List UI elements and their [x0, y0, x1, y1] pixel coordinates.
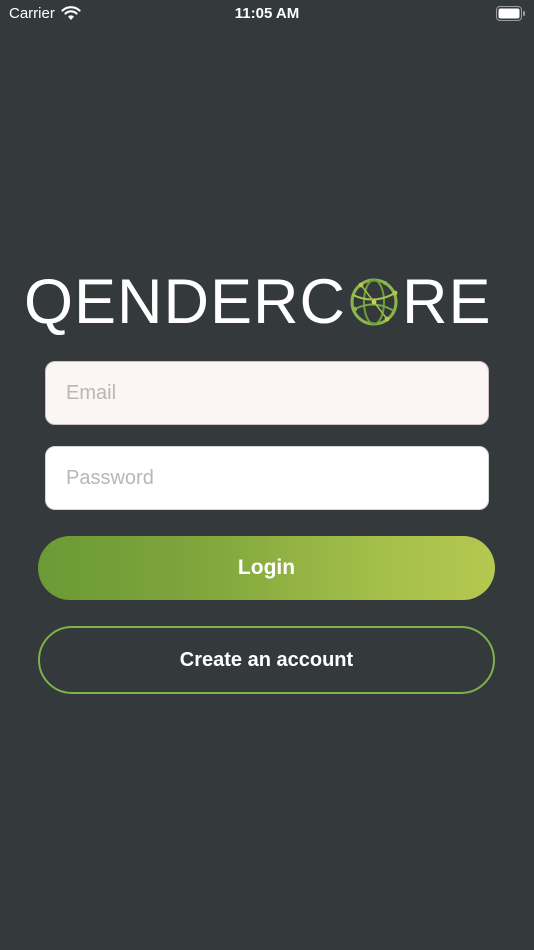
logo-text-end: RE	[402, 266, 492, 337]
logo-text-start: QENDERC	[24, 266, 347, 337]
globe-icon	[350, 278, 398, 326]
logo-wordmark: QENDERC RE	[24, 266, 492, 337]
app-logo: QENDERC RE	[24, 262, 510, 342]
email-field[interactable]: Email	[45, 361, 489, 425]
login-button-label: Login	[237, 556, 296, 579]
password-placeholder: Password	[66, 466, 154, 489]
status-bar: Carrier 11:05 AM	[0, 0, 534, 28]
create-account-button-label: Create an account	[179, 648, 354, 671]
battery-icon	[496, 6, 525, 21]
email-placeholder: Email	[66, 381, 117, 404]
create-account-button[interactable]: Create an account	[38, 626, 495, 694]
password-field[interactable]: Password	[45, 446, 489, 510]
login-button[interactable]: Login	[38, 536, 495, 600]
clock: 11:05 AM	[234, 5, 300, 22]
